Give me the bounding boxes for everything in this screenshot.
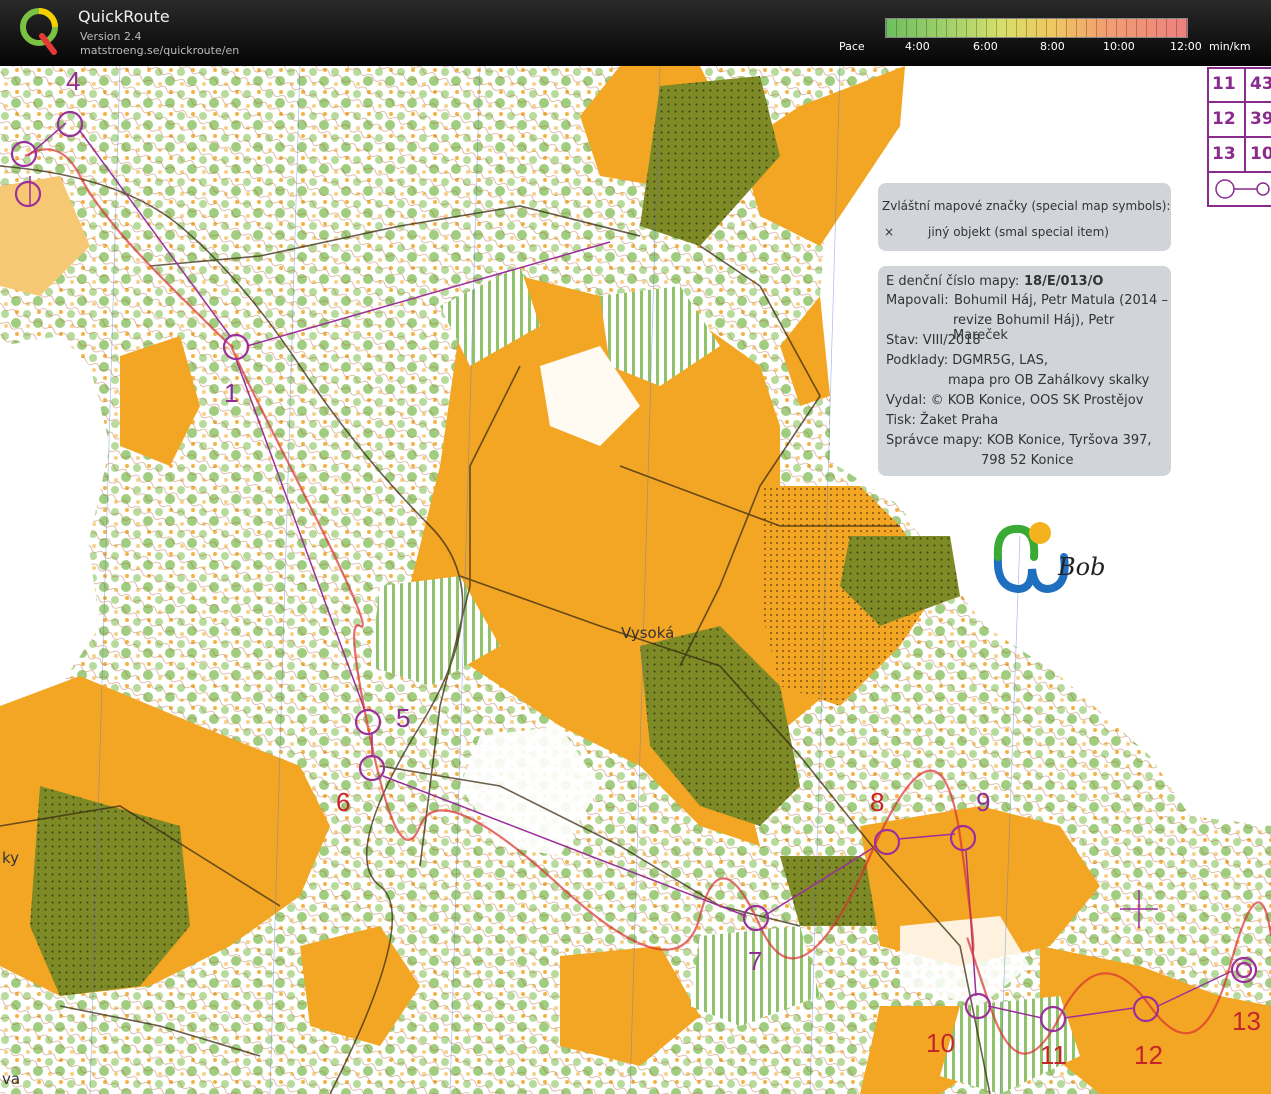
pace-tick-12: 12:00 [1170, 40, 1202, 53]
kob-logo-text: Bob [1057, 553, 1105, 581]
app-header: QuickRoute Version 2.4 matstroeng.se/qui… [0, 0, 1271, 66]
legend-podklady-2: mapa pro OB Zahálkovy skalky [948, 373, 1150, 388]
pace-label: Pace [839, 40, 865, 53]
app-version: Version 2.4 [80, 30, 142, 43]
legend-mapovali-label: Mapovali: [886, 293, 949, 308]
pace-tick-6: 6:00 [973, 40, 998, 53]
pace-tick-8: 8:00 [1040, 40, 1065, 53]
control-number-5: 5 [396, 703, 411, 733]
legend-special-symbol: × [884, 225, 895, 239]
legend-spravce-2: 798 52 Konice [981, 453, 1074, 468]
place-name-ky: ky [2, 849, 20, 867]
special-symbols-legend: Zvláštní mapové značky (special map symb… [878, 183, 1171, 251]
legend-stav: Stav: VIII/2018 [886, 333, 981, 348]
control-number-7: 7 [748, 946, 763, 976]
control-number-10: 10 [926, 1028, 955, 1058]
control-number-11: 11 [1040, 1040, 1067, 1070]
control-table-num: 13 [1212, 144, 1236, 164]
map-info-legend: E denční číslo mapy: 18/E/013/O Mapovali… [878, 266, 1171, 476]
legend-spravce: Správce mapy: KOB Konice, Tyršova 397, [886, 433, 1152, 448]
place-name-va: va [2, 1070, 21, 1088]
legend-mapovali-value-2: revize Bohumil Háj), Petr Mareček [953, 313, 1115, 343]
place-name-vysoka: Vysoká [621, 624, 675, 642]
legend-map-number-value: 18/E/013/O [1024, 274, 1104, 289]
control-number-9: 9 [976, 787, 991, 817]
control-number-4: 4 [66, 66, 81, 96]
quickroute-logo-icon [20, 8, 58, 55]
kob-club-logo-icon: Bob [993, 522, 1105, 594]
control-table-code: 43 [1250, 74, 1271, 94]
legend-special-title: Zvláštní mapové značky (special map symb… [882, 199, 1171, 213]
app-title: QuickRoute [78, 7, 170, 26]
control-table-code: 39 [1250, 109, 1271, 129]
control-description-table: 11 43 12 39 13 10 [1207, 66, 1271, 208]
pace-tick-10: 10:00 [1103, 40, 1135, 53]
pace-unit: min/km [1209, 40, 1251, 53]
control-table-num: 11 [1212, 74, 1236, 94]
control-number-13: 13 [1232, 1006, 1261, 1036]
legend-vydal: Vydal: © KOB Konice, OOS SK Prostějov [886, 393, 1144, 408]
legend-special-item: jiný objekt (smal special item) [928, 225, 1109, 239]
control-number-6: 6 [336, 787, 351, 817]
control-number-12: 12 [1134, 1040, 1163, 1070]
control-table-code: 10 [1250, 144, 1271, 164]
legend-podklady: Podklady: DGMR5G, LAS, [886, 353, 1048, 368]
legend-map-number-label: E denční číslo mapy: [886, 274, 1020, 289]
legend-mapovali-value: Bohumil Háj, Petr Matula (2014 – [954, 293, 1168, 308]
pace-tick-4: 4:00 [905, 40, 930, 53]
control-number-8: 8 [870, 787, 885, 817]
control-table-num: 12 [1212, 109, 1236, 129]
control-number-1: 1 [224, 378, 239, 408]
legend-tisk: Tisk: Žaket Praha [886, 413, 999, 428]
pace-color-scale [885, 18, 1188, 38]
app-url: matstroeng.se/quickroute/en [80, 44, 240, 57]
